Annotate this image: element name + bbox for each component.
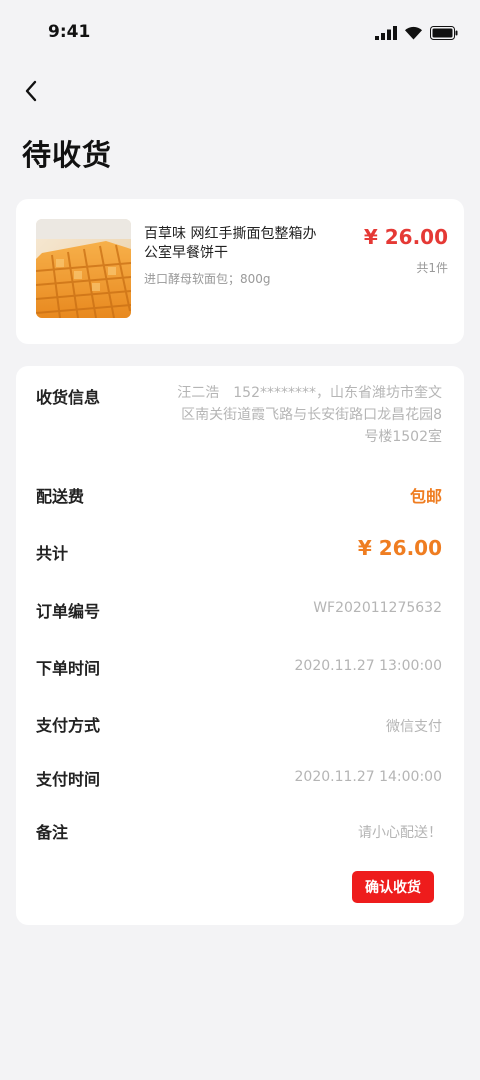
order-info-card: 收货信息 汪二浩 152********，山东省潍坊市奎文区南关街道霞飞路与长安… [16,366,464,925]
battery-icon [430,26,458,40]
product-card[interactable]: 百草味 网红手撕面包整箱办公室早餐饼干 进口酵母软面包；800g ¥ 26.00… [16,199,464,344]
payment-method-value: 微信支付 [386,719,442,735]
product-spec: 进口酵母软面包；800g [144,272,271,286]
receiver-value: 汪二浩 152********，山东省潍坊市奎文区南关街道霞飞路与长安街路口龙昌… [177,385,442,445]
status-bar: 9:41 [0,0,480,66]
signal-icon [375,26,397,40]
shipping-fee-label: 配送费 [36,487,85,506]
product-image[interactable] [36,219,131,318]
wifi-icon [405,26,422,40]
product-name[interactable]: 百草味 网红手撕面包整箱办公室早餐饼干 [144,225,326,263]
order-time-value: 2020.11.27 13:00:00 [294,658,443,674]
note-value: 请小心配送！ [358,825,442,841]
total-label: 共计 [36,544,69,563]
product-quantity: 共1件 [416,261,448,275]
receiver-label: 收货信息 [36,388,101,407]
product-price: ¥ 26.00 [363,225,448,249]
status-icons [375,26,458,40]
back-button[interactable] [14,74,48,108]
status-time: 9:41 [48,22,91,42]
order-number-value: WF202011275632 [313,600,442,616]
confirm-receipt-button[interactable]: 确认收货 [352,871,434,903]
order-time-label: 下单时间 [36,659,101,678]
shipping-fee-value: 包邮 [409,487,442,506]
payment-time-label: 支付时间 [36,770,101,789]
payment-method-label: 支付方式 [36,716,101,735]
order-number-label: 订单编号 [36,602,101,621]
page-title: 待收货 [22,138,113,172]
chevron-left-icon [25,80,37,102]
total-value: ¥ 26.00 [357,536,442,560]
payment-time-value: 2020.11.27 14:00:00 [294,769,443,785]
waffle-biscuit-photo [36,219,131,318]
note-label: 备注 [36,823,69,842]
